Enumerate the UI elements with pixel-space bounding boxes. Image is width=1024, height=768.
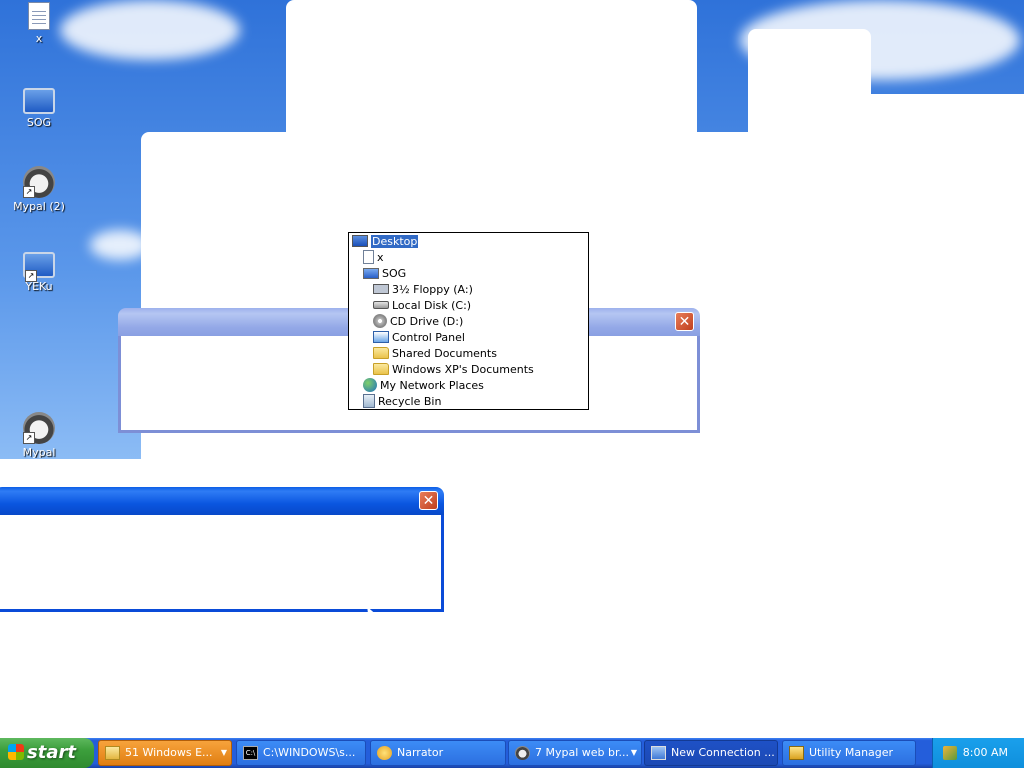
desktop-icon-label: SOG bbox=[26, 116, 52, 129]
disk-icon bbox=[373, 301, 389, 309]
recycle-bin-icon bbox=[363, 394, 375, 408]
utility-manager-icon bbox=[789, 746, 804, 760]
tree-item-network-places[interactable]: My Network Places bbox=[363, 378, 484, 394]
taskbar-button-command-prompt[interactable]: C:\ C:\WINDOWS\s... bbox=[236, 740, 366, 766]
desktop-icon-mypal[interactable]: ↗ Mypal bbox=[4, 412, 74, 458]
desktop-icon-mypal-2[interactable]: ↗ Mypal (2) bbox=[4, 166, 74, 213]
text-file-icon bbox=[363, 250, 374, 264]
folder-icon bbox=[373, 363, 389, 375]
taskbar-button-label: C:\WINDOWS\s... bbox=[263, 746, 356, 759]
network-icon bbox=[363, 378, 377, 392]
cd-icon bbox=[373, 314, 387, 328]
windows-logo-icon bbox=[8, 744, 24, 760]
start-label: start bbox=[27, 742, 76, 763]
raccoon-icon bbox=[515, 746, 530, 760]
control-panel-icon bbox=[373, 331, 389, 343]
chevron-down-icon: ▼ bbox=[630, 748, 637, 757]
tree-item-shared-documents[interactable]: Shared Documents bbox=[373, 346, 497, 362]
desktop-icon bbox=[352, 235, 368, 247]
tree-item-x[interactable]: x bbox=[363, 250, 384, 266]
tree-item-cd-drive[interactable]: CD Drive (D:) bbox=[373, 314, 463, 330]
tree-item-sog[interactable]: SOG bbox=[363, 266, 406, 282]
computer-icon bbox=[23, 88, 55, 114]
floppy-icon bbox=[373, 284, 389, 294]
taskbar: start 51 Windows E... ▼ C:\ C:\WINDOWS\s… bbox=[0, 738, 1024, 768]
accessibility-tray-icon[interactable] bbox=[943, 746, 957, 760]
tree-item-control-panel[interactable]: Control Panel bbox=[373, 330, 465, 346]
taskbar-button-windows-explorer[interactable]: 51 Windows E... ▼ bbox=[98, 740, 232, 766]
dialog-title-bar[interactable]: ✕ bbox=[0, 487, 444, 515]
computer-icon: ↗ bbox=[23, 252, 55, 282]
taskbar-button-label: Utility Manager bbox=[809, 746, 894, 759]
blank-window-region bbox=[748, 29, 871, 149]
desktop-icon-label: x bbox=[35, 32, 43, 45]
close-button[interactable]: ✕ bbox=[675, 312, 694, 331]
close-icon: ✕ bbox=[422, 493, 435, 509]
close-button[interactable]: ✕ bbox=[419, 491, 438, 510]
location-tree-dropdown: Desktop x SOG 3½ Floppy (A:) Local Disk … bbox=[348, 232, 589, 410]
desktop-icon-yeku[interactable]: ↗ YEKu bbox=[4, 248, 74, 293]
taskbar-button-label: 51 Windows E... bbox=[125, 746, 213, 759]
tree-item-desktop[interactable]: Desktop bbox=[352, 234, 419, 250]
taskbar-button-new-connection[interactable]: New Connection ... bbox=[644, 740, 778, 766]
desktop-icon-sog[interactable]: SOG bbox=[4, 84, 74, 129]
taskbar-button-narrator[interactable]: Narrator bbox=[370, 740, 506, 766]
taskbar-button-label: New Connection ... bbox=[671, 746, 775, 759]
dialog-window-lower: ✕ bbox=[0, 487, 444, 612]
desktop-icon-label: Mypal (2) bbox=[13, 200, 65, 213]
desktop-icon-label: Mypal bbox=[22, 446, 56, 458]
tree-item-xp-documents[interactable]: Windows XP's Documents bbox=[373, 362, 534, 378]
cloud-decoration bbox=[60, 0, 240, 60]
system-tray: 8:00 AM bbox=[932, 738, 1024, 768]
taskbar-button-label: Narrator bbox=[397, 746, 444, 759]
taskbar-button-utility-manager[interactable]: Utility Manager bbox=[782, 740, 916, 766]
chevron-down-icon: ▼ bbox=[220, 748, 227, 757]
command-prompt-icon: C:\ bbox=[243, 746, 258, 760]
shortcut-arrow-icon: ↗ bbox=[25, 270, 37, 282]
folder-icon bbox=[373, 347, 389, 359]
raccoon-icon: ↗ bbox=[23, 412, 55, 444]
shortcut-arrow-icon: ↗ bbox=[23, 432, 35, 444]
taskbar-button-mypal[interactable]: 7 Mypal web br... ▼ bbox=[508, 740, 642, 766]
shortcut-arrow-icon: ↗ bbox=[23, 186, 35, 198]
raccoon-icon: ↗ bbox=[23, 166, 55, 198]
taskbar-button-label: 7 Mypal web br... bbox=[535, 746, 629, 759]
tree-item-floppy[interactable]: 3½ Floppy (A:) bbox=[373, 282, 473, 298]
blank-window-region bbox=[286, 0, 697, 140]
tree-item-local-disk[interactable]: Local Disk (C:) bbox=[373, 298, 471, 314]
close-icon: ✕ bbox=[678, 314, 691, 330]
desktop-icon-x[interactable]: x bbox=[4, 2, 74, 45]
folder-icon bbox=[105, 746, 120, 760]
clock[interactable]: 8:00 AM bbox=[963, 738, 1008, 768]
narrator-icon bbox=[377, 746, 392, 760]
start-button[interactable]: start bbox=[0, 738, 94, 768]
tree-item-recycle-bin[interactable]: Recycle Bin bbox=[363, 394, 441, 410]
connection-icon bbox=[651, 746, 666, 760]
text-file-icon bbox=[28, 2, 50, 30]
computer-icon bbox=[363, 267, 379, 279]
